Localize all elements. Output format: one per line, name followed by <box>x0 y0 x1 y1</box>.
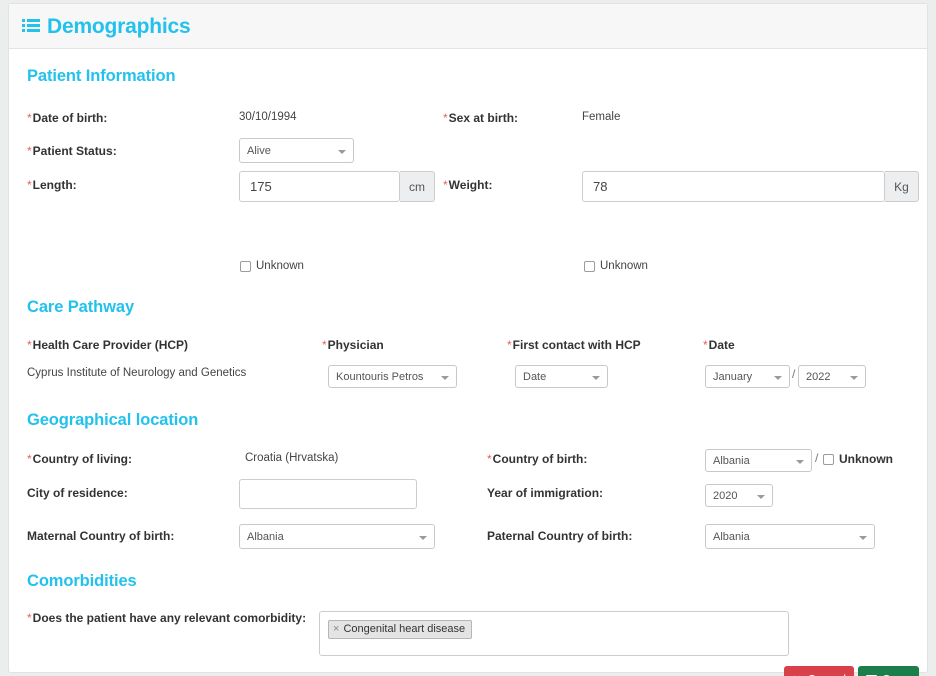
checkbox-label: Unknown <box>600 260 648 272</box>
required-marker: * <box>27 338 32 352</box>
country-of-birth-separator: / <box>815 451 819 465</box>
country-of-birth-select[interactable]: Albania <box>705 449 812 472</box>
length-input[interactable]: 175 <box>239 171 400 202</box>
checkbox-label: Unknown <box>256 260 304 272</box>
required-marker: * <box>443 111 448 125</box>
save-button[interactable]: Save <box>858 666 919 676</box>
required-marker: * <box>27 144 32 158</box>
label-date-of-birth: *Date of birth: <box>27 111 108 125</box>
required-marker: * <box>443 178 448 192</box>
section-title-geographical-location: Geographical location <box>27 411 199 429</box>
weight-unknown-checkbox[interactable]: Unknown <box>584 260 648 272</box>
comorbidity-tag-label: Congenital heart disease <box>343 623 466 635</box>
label-country-of-living: *Country of living: <box>27 452 132 466</box>
card-body: Patient Information *Date of birth: 30/1… <box>9 49 927 676</box>
maternal-country-of-birth-select[interactable]: Albania <box>239 524 435 549</box>
remove-tag-icon[interactable]: × <box>333 622 339 636</box>
section-title-patient-information: Patient Information <box>27 67 176 85</box>
date-month-select[interactable]: January <box>705 365 790 388</box>
required-marker: * <box>27 611 32 625</box>
label-city-of-residence: City of residence: <box>27 486 128 500</box>
required-marker: * <box>703 338 708 352</box>
label-year-of-immigration: Year of immigration: <box>487 486 604 500</box>
length-unknown-checkbox[interactable]: Unknown <box>240 260 304 272</box>
date-year-select[interactable]: 2022 <box>798 365 866 388</box>
paternal-country-of-birth-select[interactable]: Albania <box>705 524 875 549</box>
checkbox-box <box>584 260 595 272</box>
card-header: Demographics <box>9 4 927 49</box>
required-marker: * <box>487 452 492 466</box>
label-patient-status: *Patient Status: <box>27 144 117 158</box>
checkbox-box <box>240 260 251 272</box>
required-marker: * <box>27 452 32 466</box>
label-comorbidity-question: *Does the patient have any relevant como… <box>27 611 307 625</box>
physician-select[interactable]: Kountouris Petros <box>328 365 457 388</box>
required-marker: * <box>27 178 32 192</box>
value-sex-at-birth: Female <box>582 111 621 123</box>
value-country-of-living: Croatia (Hrvatska) <box>245 452 339 464</box>
label-first-contact-with-hcp: *First contact with HCP <box>507 338 641 352</box>
section-title-comorbidities: Comorbidities <box>27 572 137 590</box>
date-separator: / <box>792 367 796 381</box>
length-unit: cm <box>400 171 435 202</box>
page-title: Demographics <box>47 14 191 38</box>
patient-status-select[interactable]: Alive <box>239 138 354 163</box>
comorbidity-tag[interactable]: × Congenital heart disease <box>328 620 473 639</box>
section-title-care-pathway: Care Pathway <box>27 298 135 316</box>
label-sex-at-birth: *Sex at birth: <box>443 111 519 125</box>
demographics-page: Demographics Patient Information *Date o… <box>0 0 936 676</box>
demographics-card: Demographics Patient Information *Date o… <box>8 3 928 676</box>
year-of-immigration-select[interactable]: 2020 <box>705 484 773 507</box>
value-hcp: Cyprus Institute of Neurology and Geneti… <box>27 367 247 379</box>
cancel-button[interactable]: ✕ Cancel <box>784 666 854 676</box>
label-length: *Length: <box>27 178 77 192</box>
label-physician: *Physician <box>322 338 384 352</box>
required-marker: * <box>27 111 32 125</box>
checkbox-box <box>823 453 834 465</box>
required-marker: * <box>507 338 512 352</box>
checkbox-label: Unknown <box>839 452 893 466</box>
comorbidity-multiselect[interactable]: × Congenital heart disease <box>319 611 789 656</box>
label-weight: *Weight: <box>443 178 493 192</box>
label-date: *Date <box>703 338 735 352</box>
country-of-birth-unknown-checkbox[interactable]: Unknown <box>823 452 893 466</box>
first-contact-select[interactable]: Date <box>515 365 608 388</box>
label-paternal-country-of-birth: Paternal Country of birth: <box>487 529 633 543</box>
required-marker: * <box>322 338 327 352</box>
label-hcp: *Health Care Provider (HCP) <box>27 338 189 352</box>
weight-input[interactable]: 78 <box>582 171 885 202</box>
city-of-residence-input[interactable] <box>239 479 417 509</box>
list-icon <box>22 19 40 33</box>
value-date-of-birth: 30/10/1994 <box>239 111 297 123</box>
weight-unit: Kg <box>885 171 919 202</box>
label-country-of-birth: *Country of birth: <box>487 452 588 466</box>
label-maternal-country-of-birth: Maternal Country of birth: <box>27 529 175 543</box>
